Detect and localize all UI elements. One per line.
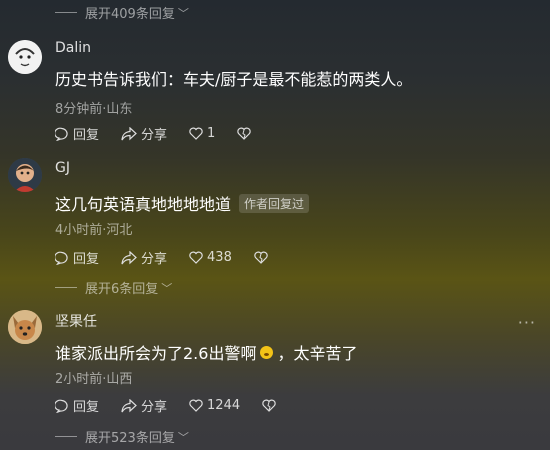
divider-line — [55, 436, 77, 437]
share-label: 分享 — [141, 128, 168, 143]
like-button[interactable]: 438 — [189, 250, 232, 265]
comment-actions: 回复 分享 1244 — [55, 396, 302, 415]
share-arrow-icon — [121, 126, 137, 140]
comment-actions: 回复 分享 1 — [55, 124, 277, 143]
like-count: 438 — [207, 250, 232, 265]
share-arrow-icon — [121, 250, 137, 264]
comment-meta: 4小时前·河北 — [55, 223, 133, 238]
comment-meta: 2小时前·山西 — [55, 372, 133, 387]
comment-text-row: 谁家派出所会为了2.6出警啊 ，太辛苦了 — [55, 340, 357, 364]
comment-bubble-icon — [55, 251, 68, 265]
comment-text: 历史书告诉我们：车夫/厨子是最不能惹的两类人。 — [55, 70, 413, 89]
broken-heart-icon — [262, 399, 276, 412]
expand-replies-top[interactable]: 展开409条回复 ﹀ — [55, 3, 189, 22]
broken-heart-icon — [254, 251, 268, 264]
emoji-icon — [260, 345, 274, 359]
heart-icon — [189, 127, 203, 140]
more-options-icon[interactable]: ··· — [518, 313, 536, 332]
avatar-dog-icon — [8, 310, 42, 344]
like-button[interactable]: 1244 — [189, 398, 240, 413]
dislike-button[interactable] — [237, 127, 255, 140]
broken-heart-icon — [237, 127, 252, 140]
reply-label: 回复 — [73, 128, 100, 143]
author-replied-badge: 作者回复过 — [239, 193, 310, 213]
comment-text: 这几句英语真地地地地道 — [55, 195, 232, 214]
avatar-cartoon-kid-icon — [8, 158, 42, 192]
reply-button[interactable]: 回复 — [55, 248, 99, 267]
avatar[interactable] — [8, 40, 42, 74]
expand-replies[interactable]: 展开6条回复 ﹀ — [55, 278, 172, 297]
comment-bubble-icon — [55, 127, 68, 141]
avatar-sketch-face-icon — [8, 40, 42, 74]
like-count: 1244 — [207, 398, 241, 413]
comment-actions: 回复 分享 438 — [55, 248, 294, 267]
share-label: 分享 — [141, 252, 168, 267]
comment-text-tail: ，太辛苦了 — [277, 344, 358, 363]
dislike-button[interactable] — [262, 399, 280, 412]
chevron-down-icon: ﹀ — [177, 430, 189, 444]
share-label: 分享 — [141, 400, 168, 415]
comment-username[interactable]: 坚果任 — [55, 311, 97, 331]
chevron-down-icon: ﹀ — [177, 6, 189, 20]
dislike-button[interactable] — [254, 251, 272, 264]
reply-label: 回复 — [73, 400, 100, 415]
heart-icon — [189, 251, 203, 264]
expand-replies[interactable]: 展开523条回复 ﹀ — [55, 427, 189, 446]
share-button[interactable]: 分享 — [121, 124, 167, 143]
share-arrow-icon — [121, 398, 137, 412]
expand-replies-label: 展开523条回复 — [85, 431, 175, 446]
chevron-down-icon: ﹀ — [161, 281, 173, 295]
divider-line — [55, 287, 77, 288]
like-count: 1 — [207, 126, 216, 141]
reply-label: 回复 — [73, 252, 100, 267]
expand-replies-label: 展开409条回复 — [85, 7, 175, 22]
reply-button[interactable]: 回复 — [55, 124, 99, 143]
comment-text: 谁家派出所会为了2.6出警啊 — [55, 344, 257, 363]
comment-username[interactable]: GJ — [55, 160, 70, 176]
comment-text-row: 这几句英语真地地地地道 作者回复过 — [55, 191, 310, 215]
expand-replies-label: 展开6条回复 — [85, 282, 159, 297]
divider-line — [55, 12, 77, 13]
avatar[interactable] — [8, 158, 42, 192]
reply-button[interactable]: 回复 — [55, 396, 99, 415]
comment-username[interactable]: Dalin — [55, 40, 91, 56]
comment-meta: 8分钟前·山东 — [55, 102, 133, 117]
avatar[interactable] — [8, 310, 42, 344]
share-button[interactable]: 分享 — [121, 396, 167, 415]
heart-icon — [189, 399, 203, 412]
like-button[interactable]: 1 — [189, 126, 215, 141]
share-button[interactable]: 分享 — [121, 248, 167, 267]
comment-bubble-icon — [55, 399, 68, 413]
